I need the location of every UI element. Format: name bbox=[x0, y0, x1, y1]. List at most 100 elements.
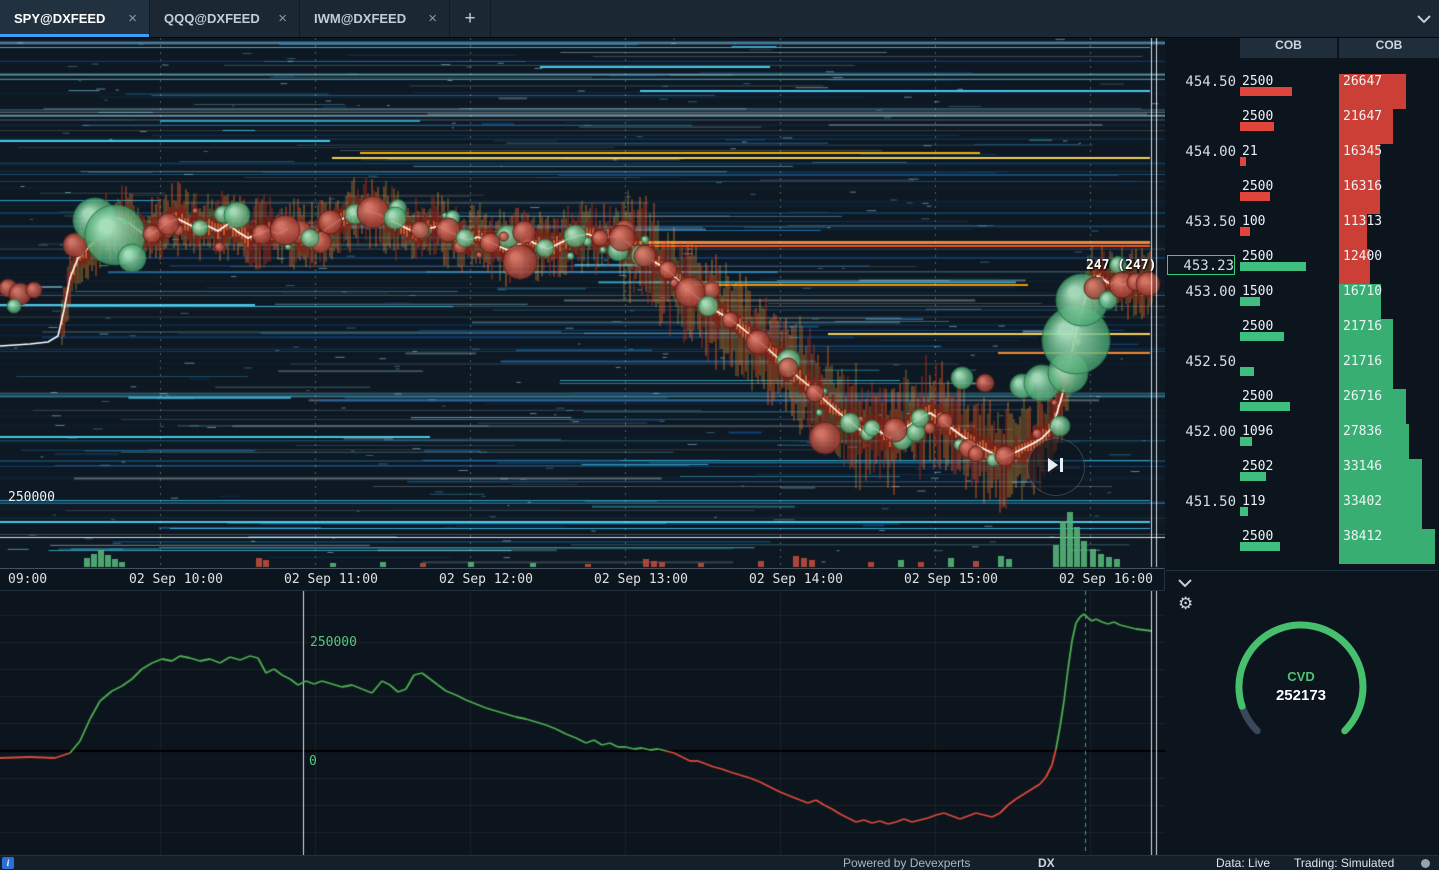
price-level-label: 452.00 bbox=[1185, 423, 1236, 440]
tab-iwm@dxfeed[interactable]: IWM@DXFEED × bbox=[300, 0, 450, 37]
trading-app-window: SPY@DXFEED × QQQ@DXFEED × IWM@DXFEED × + 2500… bbox=[0, 0, 1439, 870]
ladder-row[interactable]: 454.50 2500 26647 bbox=[1166, 73, 1439, 109]
time-axis-label: 09:00 bbox=[8, 572, 48, 587]
cob-value: 26647 bbox=[1343, 73, 1383, 89]
order-size-value: 2500 bbox=[1242, 108, 1274, 124]
current-price-label: 453.23 bbox=[1167, 254, 1235, 275]
cob-value: 21647 bbox=[1343, 108, 1383, 124]
order-size-value: 21 bbox=[1242, 143, 1258, 159]
cob-value: 26716 bbox=[1343, 388, 1383, 404]
last-trade-size-label: 247 (247) bbox=[1086, 258, 1157, 273]
tab-close-icon[interactable]: × bbox=[428, 10, 437, 27]
order-size-value: 2500 bbox=[1242, 178, 1274, 194]
heatmap-canvas[interactable] bbox=[0, 38, 1165, 568]
data-mode-label: Data: Live bbox=[1216, 856, 1271, 870]
cvd-panel: 250000 0 bbox=[0, 590, 1165, 856]
cob-value: 12400 bbox=[1343, 248, 1383, 264]
dom-panel: COB COB 454.50 2500 26647 2500 21647 454.00 21… bbox=[1166, 38, 1439, 855]
order-size-value: 2500 bbox=[1242, 73, 1274, 89]
cob-histogram-bar bbox=[1240, 366, 1254, 376]
order-size-value: 1096 bbox=[1242, 423, 1274, 439]
connection-status-dot bbox=[1421, 859, 1430, 868]
tabs-container: SPY@DXFEED × QQQ@DXFEED × IWM@DXFEED × bbox=[0, 0, 450, 37]
time-axis-label: 02 Sep 15:00 bbox=[904, 572, 998, 587]
tab-qqq@dxfeed[interactable]: QQQ@DXFEED × bbox=[150, 0, 300, 37]
cob-value: 33146 bbox=[1343, 458, 1383, 474]
order-size-value: 2500 bbox=[1242, 528, 1274, 544]
replay-forward-button[interactable] bbox=[1027, 438, 1085, 496]
price-level-label: 453.50 bbox=[1185, 213, 1236, 230]
price-level-label: 451.50 bbox=[1185, 493, 1236, 510]
cvd-gauge: CVD 252173 bbox=[1221, 607, 1381, 767]
cvd-canvas[interactable] bbox=[0, 591, 1165, 856]
cob-value: 11313 bbox=[1343, 213, 1383, 229]
tab-label: SPY@DXFEED bbox=[14, 11, 106, 26]
cvd-zero-label: 0 bbox=[309, 754, 317, 769]
tab-bar: SPY@DXFEED × QQQ@DXFEED × IWM@DXFEED × + bbox=[0, 0, 1439, 38]
dx-logo: DX bbox=[1038, 856, 1055, 870]
ladder-collapse-button[interactable] bbox=[1178, 574, 1192, 592]
chevron-down-icon bbox=[1417, 10, 1431, 28]
ladder-row[interactable]: 2500 21716 bbox=[1166, 318, 1439, 354]
time-axis[interactable]: 09:00 02 Sep 10:00 02 Sep 11:00 02 Sep 12:0… bbox=[0, 568, 1164, 590]
chevron-down-icon bbox=[1178, 574, 1192, 591]
price-level-label: 453.00 bbox=[1185, 283, 1236, 300]
time-axis-label: 02 Sep 14:00 bbox=[749, 572, 843, 587]
ladder-row[interactable]: 451.50 119 33402 bbox=[1166, 493, 1439, 529]
ladder-row[interactable]: 2500 21647 bbox=[1166, 108, 1439, 144]
ladder-row[interactable]: 2500 16316 bbox=[1166, 178, 1439, 214]
order-size-value: 2500 bbox=[1242, 318, 1274, 334]
order-size-value: 2502 bbox=[1242, 458, 1274, 474]
volume-scale-label: 250000 bbox=[8, 490, 55, 505]
price-level-label: 452.50 bbox=[1185, 353, 1236, 370]
ladder-row[interactable]: 2502 33146 bbox=[1166, 458, 1439, 494]
cob-value: 16316 bbox=[1343, 178, 1383, 194]
cob-value: 21716 bbox=[1343, 318, 1383, 334]
ladder-row[interactable]: 2500 38412 bbox=[1166, 528, 1439, 564]
cvd-scale-label: 250000 bbox=[310, 635, 357, 650]
tab-spy@dxfeed[interactable]: SPY@DXFEED × bbox=[0, 0, 150, 37]
cob-value: 21716 bbox=[1343, 353, 1383, 369]
cob-value: 16345 bbox=[1343, 143, 1383, 159]
cob-value: 38412 bbox=[1343, 528, 1383, 544]
ladder-row[interactable]: 454.00 21 16345 bbox=[1166, 143, 1439, 179]
powered-by-label: Powered by Devexperts bbox=[843, 856, 971, 870]
order-size-value: 2500 bbox=[1242, 388, 1274, 404]
order-size-value: 119 bbox=[1242, 493, 1266, 509]
tab-close-icon[interactable]: × bbox=[278, 10, 287, 27]
play-to-end-icon bbox=[1046, 457, 1066, 478]
status-bar: i Powered by Devexperts DX Data: Live Tr… bbox=[0, 855, 1439, 870]
ladder-row[interactable]: 2500 26716 bbox=[1166, 388, 1439, 424]
cob-value: 33402 bbox=[1343, 493, 1383, 509]
panel-collapse-button[interactable] bbox=[1417, 0, 1431, 38]
ladder-row[interactable]: 453.00 1500 16710 bbox=[1166, 283, 1439, 319]
time-axis-label: 02 Sep 11:00 bbox=[284, 572, 378, 587]
price-ladder[interactable]: 454.50 2500 26647 2500 21647 454.00 21 16345 250… bbox=[1166, 38, 1439, 570]
cob-value: 27836 bbox=[1343, 423, 1383, 439]
cob-value: 16710 bbox=[1343, 283, 1383, 299]
ladder-row[interactable]: 453.50 100 11313 bbox=[1166, 213, 1439, 249]
tab-close-icon[interactable]: × bbox=[128, 10, 137, 27]
gauge-title: CVD bbox=[1287, 669, 1315, 684]
add-tab-button[interactable]: + bbox=[450, 0, 491, 37]
order-size-value: 2500 bbox=[1242, 248, 1274, 264]
tab-label: IWM@DXFEED bbox=[314, 11, 407, 26]
ladder-row[interactable]: 453.23 2500 12400 bbox=[1166, 248, 1439, 284]
time-axis-label: 02 Sep 13:00 bbox=[594, 572, 688, 587]
order-size-value: 1500 bbox=[1242, 283, 1274, 299]
time-axis-label: 02 Sep 12:00 bbox=[439, 572, 533, 587]
tab-label: QQQ@DXFEED bbox=[164, 11, 260, 26]
ladder-row[interactable]: 452.50 21716 bbox=[1166, 353, 1439, 389]
settings-gear-icon[interactable]: ⚙ bbox=[1178, 594, 1193, 614]
info-icon[interactable]: i bbox=[2, 857, 14, 869]
ladder-separator bbox=[1166, 570, 1439, 571]
trading-mode-label: Trading: Simulated bbox=[1294, 856, 1395, 870]
time-axis-label: 02 Sep 16:00 bbox=[1059, 572, 1153, 587]
gauge-value: 252173 bbox=[1275, 687, 1327, 704]
heatmap-chart-panel: 250000 247 (247) 09:00 02 Sep 10:00 02 Sep… bbox=[0, 38, 1165, 590]
price-level-label: 454.50 bbox=[1185, 73, 1236, 90]
order-size-value: 100 bbox=[1242, 213, 1266, 229]
price-level-label: 454.00 bbox=[1185, 143, 1236, 160]
time-axis-label: 02 Sep 10:00 bbox=[129, 572, 223, 587]
ladder-row[interactable]: 452.00 1096 27836 bbox=[1166, 423, 1439, 459]
